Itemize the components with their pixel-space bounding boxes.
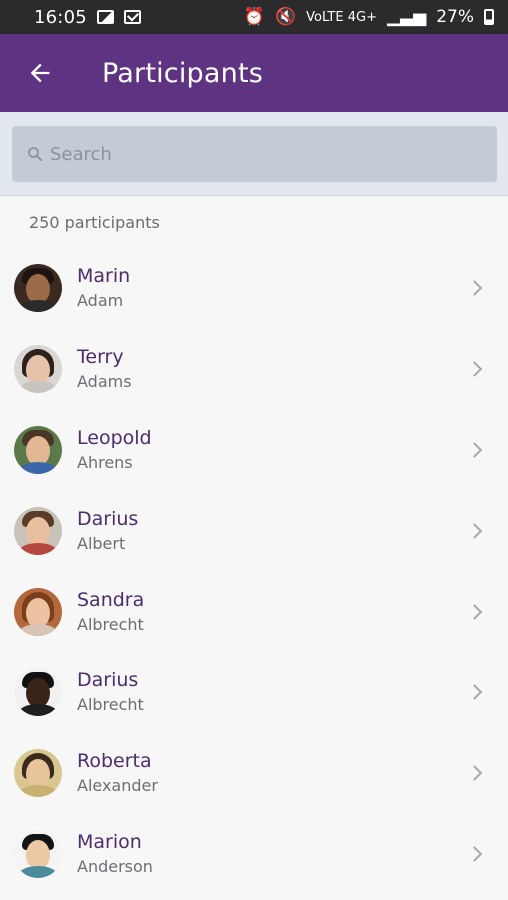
last-name: Albrecht [77,695,144,715]
first-name: Darius [77,507,139,530]
participant-names: Sandra Albrecht [77,588,144,636]
search-box[interactable] [12,126,497,182]
avatar [14,425,62,474]
participant-names: Roberta Alexander [77,749,158,797]
status-time: 16:05 [34,6,87,28]
chevron-right-icon [466,765,483,781]
alarm-icon: ⏰ [243,7,265,27]
list-item[interactable]: Leopold Ahrens [0,410,508,491]
list-item[interactable]: Darius Albrecht [0,652,508,733]
list-item[interactable]: Darius Albert [0,490,508,571]
participant-names: Darius Albrecht [77,668,144,716]
participant-names: Marion Anderson [77,830,153,878]
participant-names: Darius Albert [77,507,138,555]
page-title: Participants [102,57,263,89]
status-left: 16:05 [34,7,141,28]
search-container [0,112,508,196]
chevron-right-icon [466,280,483,297]
list-item[interactable]: Marion Anderson [0,814,508,895]
list-item[interactable]: Terry Adams [0,329,508,410]
first-name: Darius [77,669,139,692]
participant-names: Terry Adams [77,345,132,393]
avatar [14,264,62,313]
status-right: ⏰ 🔇 VoLTE 4G+ ▁▃▅ 27% [244,7,494,27]
avatar [14,749,62,798]
back-button[interactable] [26,59,54,87]
chevron-right-icon [466,442,483,458]
first-name: Marin [77,265,131,288]
battery-percent: 27% [436,7,474,27]
status-bar: 16:05 ⏰ 🔇 VoLTE 4G+ ▁▃▅ 27% [0,0,508,34]
search-icon [28,147,42,161]
avatar [14,829,62,878]
last-name: Alexander [77,776,158,796]
last-name: Ahrens [77,452,133,472]
first-name: Leopold [77,426,152,449]
list-item[interactable]: Marin Adam [0,248,508,329]
network-type: VoLTE 4G+ [306,9,377,25]
last-name: Adam [77,291,124,311]
participant-names: Marin Adam [77,264,130,312]
battery-icon [484,9,494,25]
chevron-right-icon [466,684,483,701]
avatar [14,668,62,717]
participant-list: Marin Adam Terry Adams Leopold Ahrens Da… [0,248,508,894]
arrow-left-icon [30,63,50,83]
search-input[interactable] [50,143,470,165]
last-name: Anderson [77,856,153,876]
avatar [14,345,62,394]
gallery-icon [96,10,114,24]
chevron-right-icon [466,361,483,377]
participant-names: Leopold Ahrens [77,426,152,474]
avatar [14,587,62,636]
first-name: Terry [77,346,124,369]
chevron-right-icon [466,523,483,539]
last-name: Albert [77,533,126,553]
first-name: Roberta [77,750,152,773]
last-name: Albrecht [77,614,144,634]
first-name: Sandra [77,588,145,611]
first-name: Marion [77,830,142,853]
last-name: Adams [77,372,132,392]
participant-count: 250 participants [29,213,160,232]
app-bar: Participants [0,34,508,112]
chevron-right-icon [466,603,483,620]
avatar [14,506,62,555]
mute-icon: 🔇 [274,7,297,27]
mail-icon [123,10,141,24]
signal-icon: ▁▃▅ [386,7,427,27]
list-item[interactable]: Roberta Alexander [0,733,508,814]
list-item[interactable]: Sandra Albrecht [0,571,508,652]
chevron-right-icon [466,846,483,862]
